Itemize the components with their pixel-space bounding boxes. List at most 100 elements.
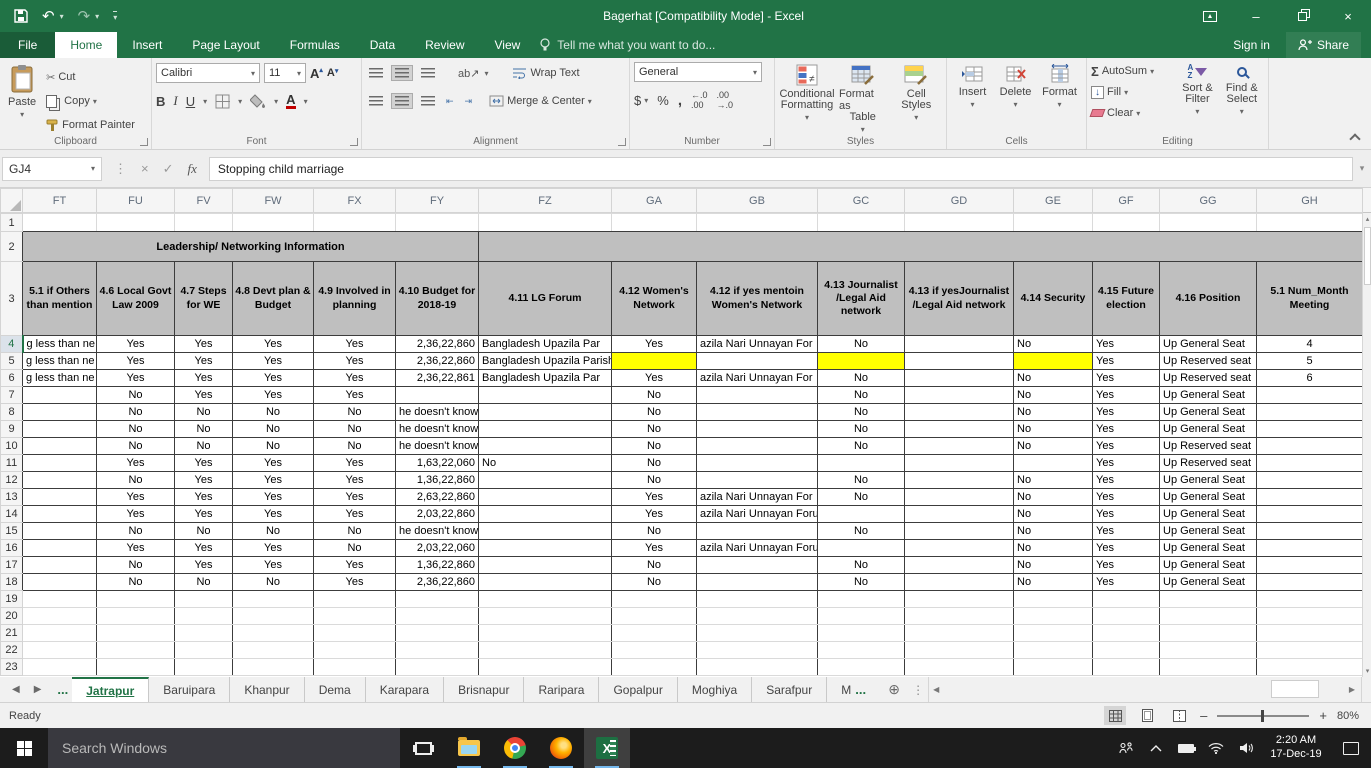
column-header-FY[interactable]: FY xyxy=(396,189,479,213)
taskbar-clock[interactable]: 2:20 AM 17-Dec-19 xyxy=(1261,734,1331,762)
align-left-button[interactable] xyxy=(366,94,386,108)
cell-GC11[interactable] xyxy=(818,455,905,472)
cell-GD4[interactable] xyxy=(905,336,1014,353)
cell[interactable] xyxy=(233,625,314,642)
customize-qat-icon[interactable]: ▾ xyxy=(113,11,117,22)
cell-FX14[interactable]: Yes xyxy=(314,506,396,523)
cell-FX12[interactable]: Yes xyxy=(314,472,396,489)
tab-home[interactable]: Home xyxy=(55,32,117,58)
horizontal-scroll-thumb[interactable] xyxy=(1271,680,1319,698)
cell-GG8[interactable]: Up General Seat xyxy=(1160,404,1257,421)
merge-center-button[interactable]: Merge & Center▾ xyxy=(489,90,592,112)
zoom-slider[interactable] xyxy=(1217,715,1309,717)
cell-FX16[interactable]: No xyxy=(314,540,396,557)
cell-GE9[interactable]: No xyxy=(1014,421,1093,438)
cell-FV13[interactable]: Yes xyxy=(175,489,233,506)
cell-styles-button[interactable]: CellStyles▾ xyxy=(890,62,942,131)
cell-GB15[interactable] xyxy=(697,523,818,540)
cell-GH13[interactable] xyxy=(1257,489,1363,506)
cell[interactable] xyxy=(1160,659,1257,676)
cell[interactable] xyxy=(175,591,233,608)
sheet-tab-gopalpur[interactable]: Gopalpur xyxy=(599,677,677,702)
cell-GE13[interactable]: No xyxy=(1014,489,1093,506)
cell-FW9[interactable]: No xyxy=(233,421,314,438)
cell[interactable] xyxy=(905,625,1014,642)
cell-GG13[interactable]: Up General Seat xyxy=(1160,489,1257,506)
file-explorer-button[interactable] xyxy=(446,728,492,768)
row-header[interactable]: 13 xyxy=(1,489,23,506)
cell-FW11[interactable]: Yes xyxy=(233,455,314,472)
row-header[interactable]: 19 xyxy=(1,591,23,608)
firefox-button[interactable] xyxy=(538,728,584,768)
delete-cells-button[interactable]: Delete▾ xyxy=(994,62,1037,131)
cell-FT7[interactable] xyxy=(23,387,97,404)
cell-GE6[interactable]: No xyxy=(1014,370,1093,387)
cell-FU11[interactable]: Yes xyxy=(97,455,175,472)
cell-GD13[interactable] xyxy=(905,489,1014,506)
zoom-out-button[interactable]: – xyxy=(1200,708,1207,723)
row-header[interactable]: 18 xyxy=(1,574,23,591)
cell-FV8[interactable]: No xyxy=(175,404,233,421)
select-all-corner[interactable] xyxy=(1,189,23,213)
cell-FT12[interactable] xyxy=(23,472,97,489)
cell-GA17[interactable]: No xyxy=(612,557,697,574)
cell[interactable] xyxy=(23,608,97,625)
cell-FY9[interactable]: he doesn't know xyxy=(396,421,479,438)
cell-GB17[interactable] xyxy=(697,557,818,574)
cell[interactable] xyxy=(1014,659,1093,676)
row-header[interactable]: 20 xyxy=(1,608,23,625)
cell-FV17[interactable]: Yes xyxy=(175,557,233,574)
cell[interactable] xyxy=(697,591,818,608)
tab-formulas[interactable]: Formulas xyxy=(275,32,355,58)
field-header-cell[interactable]: 4.14 Security xyxy=(1014,262,1093,336)
conditional-formatting-button[interactable]: ≠ ConditionalFormatting▾ xyxy=(779,62,835,131)
cell-GG16[interactable]: Up General Seat xyxy=(1160,540,1257,557)
cell-FT6[interactable]: g less than ne xyxy=(23,370,97,387)
bottom-align-button[interactable] xyxy=(418,66,438,80)
cell-FY7[interactable] xyxy=(396,387,479,404)
cell-GF13[interactable]: Yes xyxy=(1093,489,1160,506)
cell-GF18[interactable]: Yes xyxy=(1093,574,1160,591)
cell-FV16[interactable]: Yes xyxy=(175,540,233,557)
cell-FY17[interactable]: 1,36,22,860 xyxy=(396,557,479,574)
chrome-button[interactable] xyxy=(492,728,538,768)
cell-GD10[interactable] xyxy=(905,438,1014,455)
cell-FW18[interactable]: No xyxy=(233,574,314,591)
cell-FT13[interactable] xyxy=(23,489,97,506)
action-center-button[interactable] xyxy=(1331,742,1371,755)
cell-FZ5[interactable]: Bangladesh Upazila Parishad Forum xyxy=(479,353,612,370)
sheet-tab-dema[interactable]: Dema xyxy=(305,677,366,702)
field-header-cell[interactable]: 4.12 Women's Network xyxy=(612,262,697,336)
column-header-FZ[interactable]: FZ xyxy=(479,189,612,213)
cell[interactable] xyxy=(175,608,233,625)
cell-GC16[interactable] xyxy=(818,540,905,557)
cell-FW5[interactable]: Yes xyxy=(233,353,314,370)
cell[interactable] xyxy=(1160,591,1257,608)
cell-FY10[interactable]: he doesn't know xyxy=(396,438,479,455)
cell[interactable] xyxy=(1257,625,1363,642)
cell-GG6[interactable]: Up Reserved seat xyxy=(1160,370,1257,387)
cell-FW6[interactable]: Yes xyxy=(233,370,314,387)
cell[interactable] xyxy=(697,642,818,659)
cell-GB16[interactable]: azila Nari Unnayan Forum xyxy=(697,540,818,557)
cell-GH18[interactable] xyxy=(1257,574,1363,591)
column-header-GF[interactable]: GF xyxy=(1093,189,1160,213)
cell[interactable] xyxy=(905,214,1014,232)
cell-FW15[interactable]: No xyxy=(233,523,314,540)
row-header[interactable]: 17 xyxy=(1,557,23,574)
cell-FU14[interactable]: Yes xyxy=(97,506,175,523)
row-header[interactable]: 21 xyxy=(1,625,23,642)
row-header[interactable]: 14 xyxy=(1,506,23,523)
cell-GF4[interactable]: Yes xyxy=(1093,336,1160,353)
cell-GD14[interactable] xyxy=(905,506,1014,523)
cell[interactable] xyxy=(1093,659,1160,676)
cell[interactable] xyxy=(1257,659,1363,676)
cell-GE18[interactable]: No xyxy=(1014,574,1093,591)
cell-GF10[interactable]: Yes xyxy=(1093,438,1160,455)
cell[interactable] xyxy=(97,642,175,659)
cell[interactable] xyxy=(1014,642,1093,659)
field-header-cell[interactable]: 4.15 Future election xyxy=(1093,262,1160,336)
cell-FT9[interactable] xyxy=(23,421,97,438)
cell-FZ7[interactable] xyxy=(479,387,612,404)
cell-GF6[interactable]: Yes xyxy=(1093,370,1160,387)
